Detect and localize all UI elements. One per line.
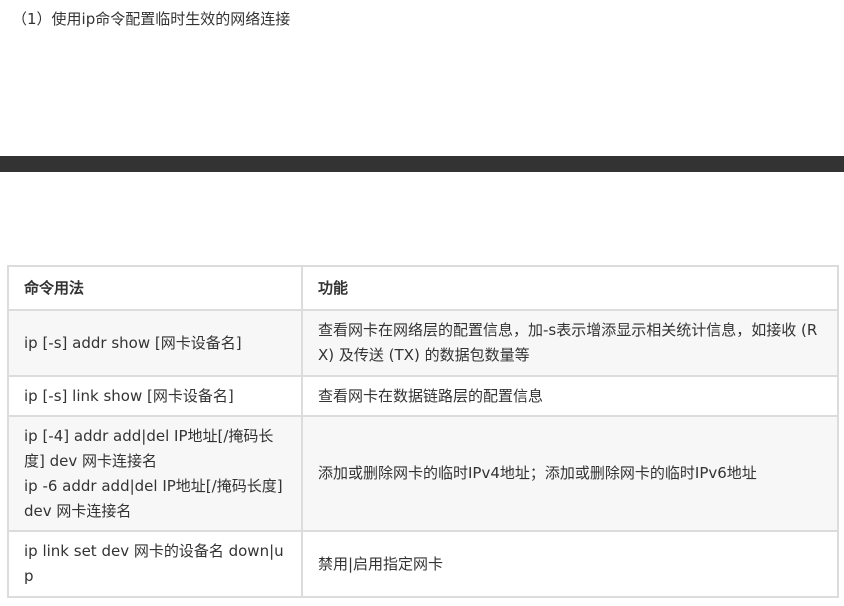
section-heading: （1）使用ip命令配置临时生效的网络连接	[12, 10, 291, 28]
usage-text: ip [-s] addr show [网卡设备名]	[24, 333, 242, 352]
function-cell: 查看网卡在网络层的配置信息，加-s表示增添显示相关统计信息，如接收 (RX) 及…	[301, 309, 839, 377]
usage-cell: ip link set dev 网卡的设备名 down|up	[7, 530, 303, 598]
usage-cell: ip [-s] link show [网卡设备名]	[7, 375, 303, 417]
function-cell: 禁用|启用指定网卡	[301, 530, 839, 598]
column-header-usage: 命令用法	[7, 265, 303, 311]
table-header-row: 命令用法 功能	[7, 265, 839, 311]
column-header-function: 功能	[301, 265, 839, 311]
function-cell: 查看网卡在数据链路层的配置信息	[301, 375, 839, 417]
function-cell: 添加或删除网卡的临时IPv4地址；添加或删除网卡的临时IPv6地址	[301, 415, 839, 532]
code-block-bar	[0, 156, 844, 172]
table-row: ip link set dev 网卡的设备名 down|up 禁用|启用指定网卡	[7, 530, 839, 598]
ip-command-table: 命令用法 功能 ip [-s] addr show [网卡设备名] 查看网卡在网…	[7, 265, 839, 598]
table-row: ip [-s] link show [网卡设备名] 查看网卡在数据链路层的配置信…	[7, 375, 839, 417]
usage-text: ip link set dev 网卡的设备名 down|up	[24, 542, 284, 585]
usage-text-ipv4: ip [-4] addr add|del IP地址[/掩码长度] dev 网卡连…	[24, 426, 274, 470]
usage-text-ipv6: ip -6 addr add|del IP地址[/掩码长度] dev 网卡连接名	[24, 476, 283, 520]
table-row: ip [-4] addr add|del IP地址[/掩码长度] dev 网卡连…	[7, 415, 839, 532]
usage-text: ip [-s] link show [网卡设备名]	[24, 386, 234, 405]
usage-cell: ip [-4] addr add|del IP地址[/掩码长度] dev 网卡连…	[7, 415, 303, 532]
table-row: ip [-s] addr show [网卡设备名] 查看网卡在网络层的配置信息，…	[7, 309, 839, 377]
usage-cell: ip [-s] addr show [网卡设备名]	[7, 309, 303, 377]
